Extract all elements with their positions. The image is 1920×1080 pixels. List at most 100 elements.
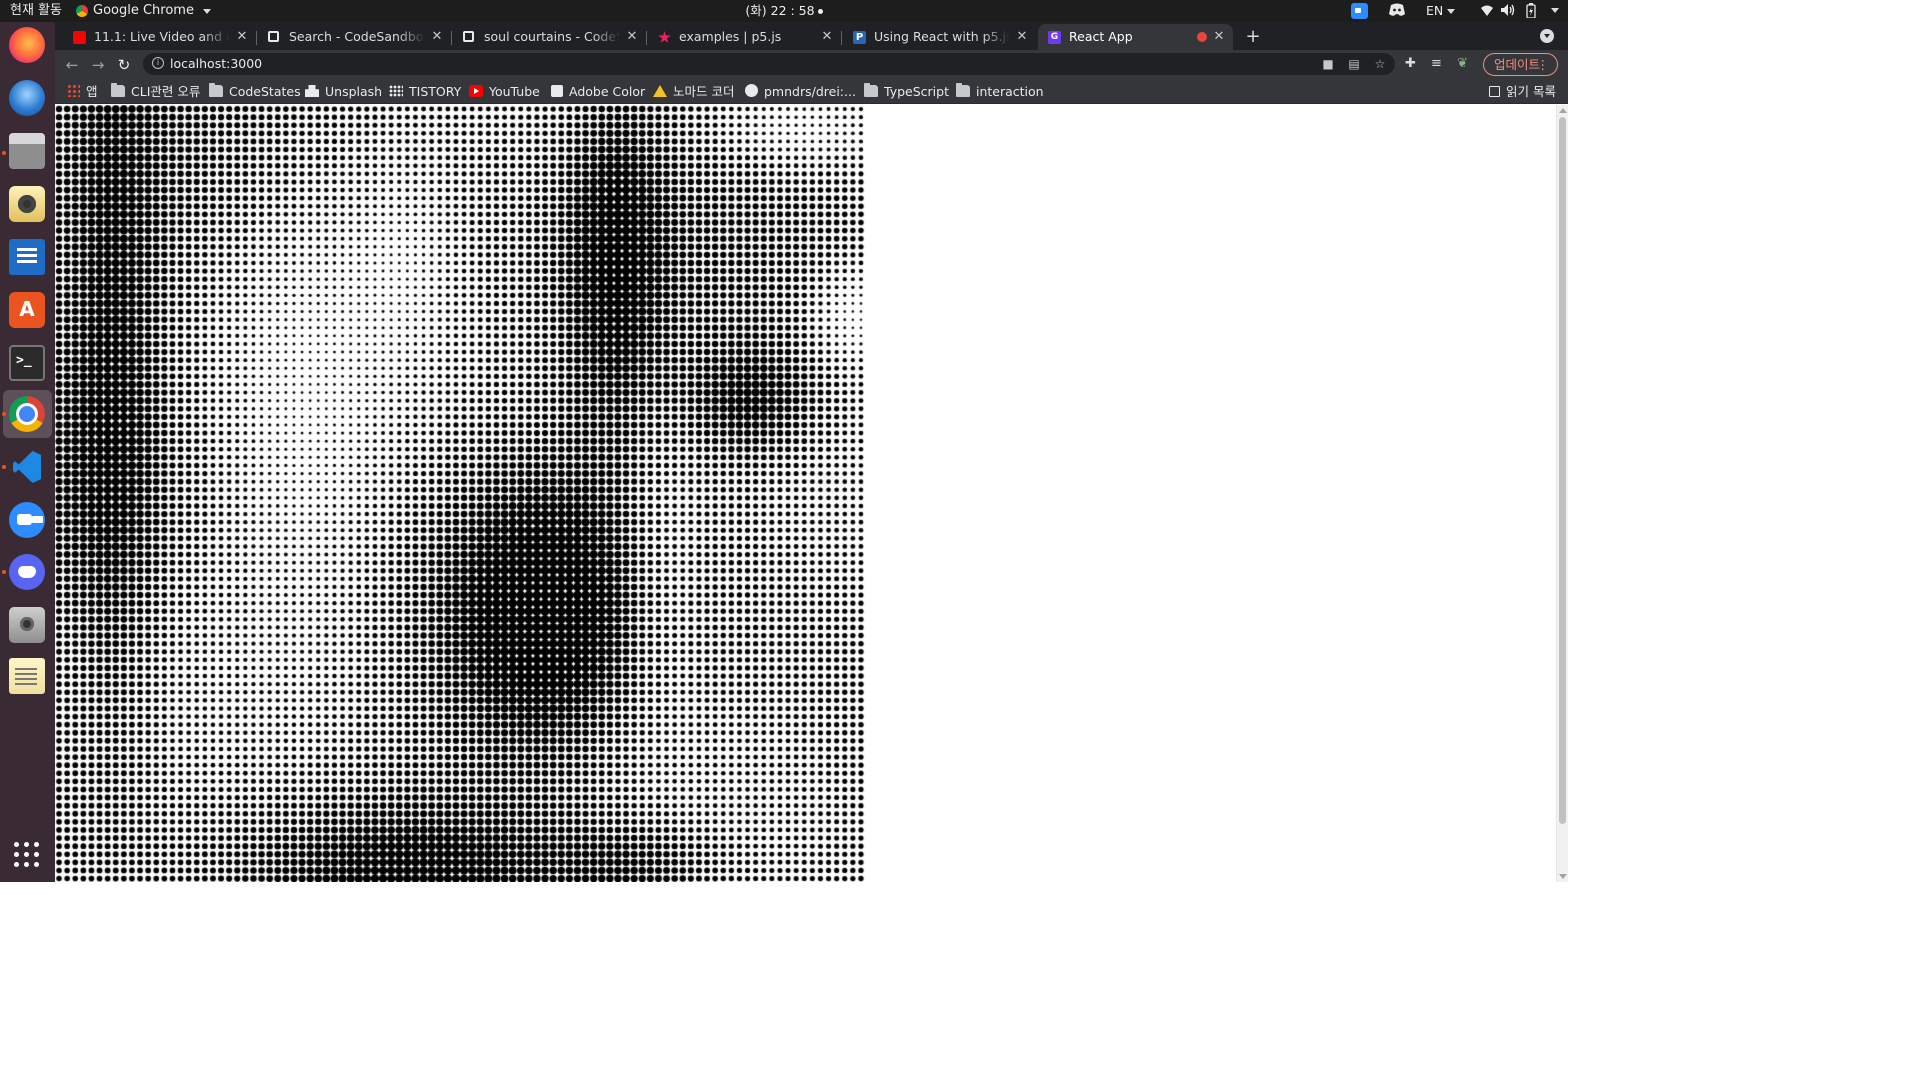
scroll-down-arrow-icon[interactable] — [1559, 874, 1567, 879]
tab-divider — [841, 31, 842, 45]
p5-halftone-canvas[interactable] — [55, 105, 866, 882]
bookmark-folder-cli-errors[interactable]: CLI관련 오류 — [111, 79, 200, 104]
running-indicator — [2, 570, 6, 574]
tab-p5js-examples[interactable]: examples | p5.js ✕ — [648, 24, 842, 50]
unsplash-icon — [305, 85, 319, 97]
rhythmbox-icon[interactable] — [9, 186, 45, 222]
forward-button[interactable]: → — [86, 53, 110, 77]
tab-soul-courtains[interactable]: soul courtains - CodeSanc ✕ — [453, 24, 647, 50]
bookmark-label: TypeScript — [884, 84, 949, 99]
wifi-icon[interactable] — [1480, 3, 1494, 19]
bookmark-label: YouTube — [489, 84, 540, 99]
text-editor-icon[interactable] — [9, 658, 45, 694]
bookmark-unsplash[interactable]: Unsplash — [305, 79, 382, 104]
terminal-icon[interactable] — [9, 345, 45, 381]
bookmark-label: CLI관련 오류 — [131, 84, 201, 99]
ubuntu-top-panel: 현재 활동 Google Chrome (화) 22 : 58 EN — [0, 0, 1568, 22]
thunderbird-icon[interactable] — [9, 80, 45, 116]
show-applications-icon[interactable] — [14, 842, 40, 868]
address-bar[interactable]: i localhost:3000 ■ ▤ ☆ — [143, 53, 1395, 75]
codesandbox-icon — [463, 31, 474, 42]
arrow-left-icon: ← — [65, 56, 79, 74]
libreoffice-writer-icon[interactable] — [9, 239, 45, 275]
reload-icon: ↻ — [117, 56, 131, 74]
new-tab-button[interactable]: + — [1241, 26, 1265, 48]
discord-icon[interactable] — [9, 554, 45, 590]
folder-icon — [111, 83, 125, 97]
chrome-window: 11.1: Live Video and creat ✕ Search - Co… — [55, 22, 1568, 882]
zoom-icon[interactable] — [9, 502, 45, 538]
bookmark-label: interaction — [976, 84, 1044, 99]
discord-tray-icon[interactable] — [1388, 3, 1406, 19]
recording-indicator-icon — [1197, 32, 1207, 42]
tistory-icon — [389, 85, 403, 97]
bookmark-pmndrs-drei[interactable]: pmndrs/drei:... — [745, 79, 856, 104]
firefox-icon[interactable] — [9, 27, 45, 63]
close-icon[interactable]: ✕ — [1015, 24, 1029, 50]
bookmark-nomad-coders[interactable]: 노마드 코더 — [653, 79, 734, 104]
update-label: 업데이트 — [1494, 57, 1541, 72]
reload-button[interactable]: ↻ — [112, 53, 136, 77]
tab-title: 11.1: Live Video and creat — [94, 24, 230, 50]
volume-icon[interactable] — [1500, 3, 1516, 19]
chevron-down-icon — [1551, 8, 1559, 13]
ubuntu-dock — [0, 22, 55, 882]
close-icon[interactable]: ✕ — [625, 24, 639, 50]
close-icon[interactable]: ✕ — [235, 24, 249, 50]
p-letter-icon: P — [853, 31, 866, 44]
bookmark-folder-interaction[interactable]: interaction — [956, 79, 1044, 104]
battery-icon[interactable] — [1526, 3, 1536, 19]
bookmark-folder-codestates[interactable]: CodeStates — [209, 79, 301, 104]
chrome-icon[interactable] — [9, 396, 45, 432]
folder-icon — [864, 83, 878, 97]
tab-youtube-live-video[interactable]: 11.1: Live Video and creat ✕ — [63, 24, 257, 50]
url-text[interactable]: localhost:3000 — [170, 53, 262, 75]
tab-divider — [646, 31, 647, 45]
tab-strip: 11.1: Live Video and creat ✕ Search - Co… — [55, 22, 1568, 50]
bookmark-apps[interactable]: 앱 — [67, 79, 98, 104]
bookmark-label: Unsplash — [325, 84, 383, 99]
close-icon[interactable]: ✕ — [820, 24, 834, 50]
ubuntu-software-icon[interactable] — [9, 292, 45, 328]
extensions-puzzle-icon[interactable]: ✚ — [1405, 56, 1416, 71]
close-icon[interactable]: ✕ — [1212, 24, 1226, 50]
bookmark-star-icon[interactable]: ☆ — [1373, 57, 1387, 71]
translate-icon[interactable]: ▤ — [1347, 57, 1361, 71]
tab-react-app[interactable]: G React App ✕ — [1038, 24, 1233, 50]
back-button[interactable]: ← — [60, 53, 84, 77]
power-menu-icon[interactable] — [1547, 0, 1559, 16]
zoom-tray-icon[interactable] — [1351, 3, 1368, 19]
site-info-icon[interactable]: i — [152, 57, 164, 69]
camera-icon[interactable] — [9, 607, 45, 643]
close-icon[interactable]: ✕ — [430, 24, 444, 50]
bookmark-label: CodeStates — [229, 84, 301, 99]
page-viewport — [55, 105, 1556, 882]
media-control-icon[interactable]: ≡ — [1431, 56, 1442, 71]
bookmark-youtube[interactable]: YouTube — [469, 79, 540, 104]
files-icon[interactable] — [9, 133, 45, 169]
bookmark-folder-typescript[interactable]: TypeScript — [864, 79, 949, 104]
page-scrollbar[interactable] — [1556, 105, 1568, 882]
g-letter-icon: G — [1048, 31, 1061, 44]
language-label: EN — [1426, 3, 1444, 18]
vscode-icon[interactable] — [9, 449, 45, 485]
tab-divider — [256, 31, 257, 45]
running-indicator — [2, 412, 6, 416]
tab-search-icon[interactable] — [1540, 29, 1554, 43]
bookmark-tistory[interactable]: TISTORY — [389, 79, 461, 104]
scroll-thumb[interactable] — [1559, 117, 1566, 824]
arrow-right-icon: → — [91, 56, 105, 74]
tab-search-codesandbox[interactable]: Search - CodeSandbox ✕ — [258, 24, 452, 50]
update-button[interactable]: 업데이트 ⋮ — [1483, 53, 1558, 76]
camera-in-use-icon[interactable]: ■ — [1321, 57, 1335, 71]
p5js-asterisk-icon — [658, 31, 671, 43]
scroll-up-arrow-icon[interactable] — [1559, 108, 1567, 113]
bookmark-adobe-color[interactable]: Adobe Color — [551, 79, 645, 104]
notification-dot-icon — [817, 9, 823, 14]
clock[interactable]: (화) 22 : 58 — [0, 0, 1568, 22]
reading-list-button[interactable]: 읽기 목록 — [1489, 79, 1556, 104]
extension-leaf-icon[interactable]: ❦ — [1457, 56, 1468, 71]
tab-title: React App — [1069, 24, 1207, 50]
language-indicator[interactable]: EN — [1426, 0, 1456, 18]
tab-react-with-p5js[interactable]: P Using React with p5.js (ES ✕ — [843, 24, 1036, 50]
